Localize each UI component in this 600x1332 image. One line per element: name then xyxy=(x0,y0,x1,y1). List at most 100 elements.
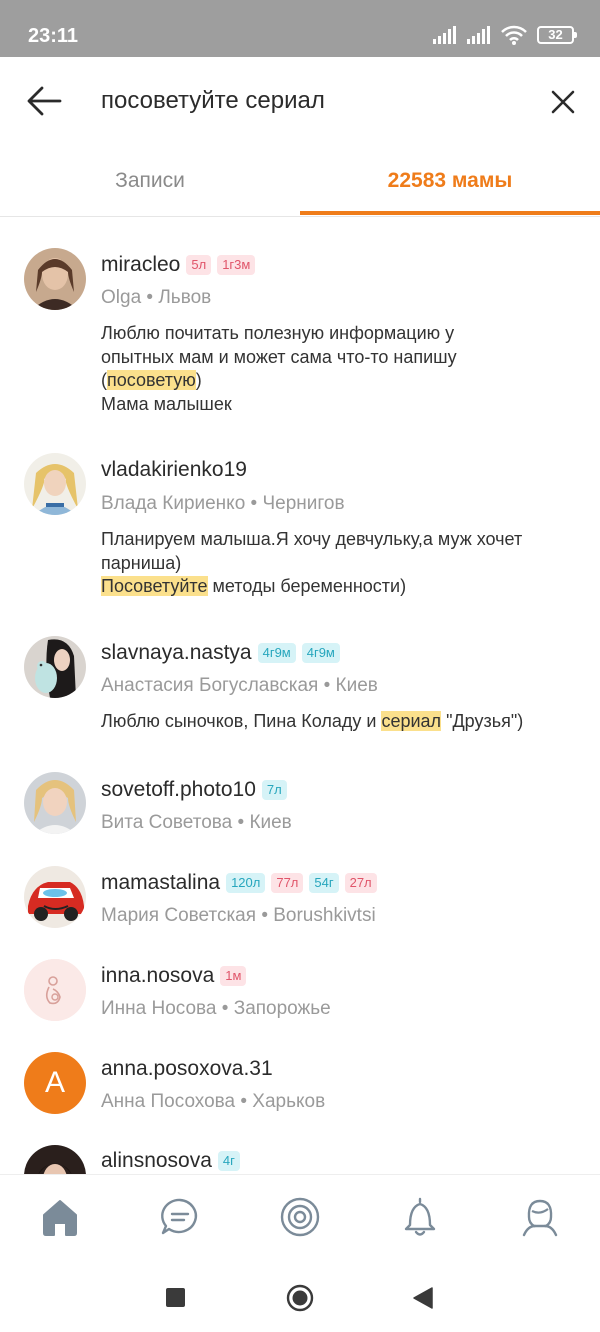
age-badge: 4г9м xyxy=(257,643,296,663)
results-list[interactable]: miracleo 5л 1г3м Olga • Львов Люблю почи… xyxy=(0,218,600,1174)
system-nav-bar xyxy=(0,1262,600,1332)
list-item[interactable]: inna.nosova 1м Инна Носова • Запорожье xyxy=(0,929,600,1022)
age-badge: 1м xyxy=(220,966,247,986)
chat-icon xyxy=(161,1198,198,1235)
back-button[interactable] xyxy=(24,83,64,119)
search-highlight: посоветую xyxy=(107,370,196,390)
bio-line: Планируем малыша.Я хочу девчульку,а муж … xyxy=(101,529,523,549)
username-text: sovetoff.photo10 xyxy=(101,778,256,801)
username[interactable]: vladakirienko19 xyxy=(101,457,247,483)
bottom-nav xyxy=(0,1174,600,1262)
username[interactable]: anna.posoxova.31 xyxy=(101,1056,273,1082)
home-system-button[interactable] xyxy=(286,1284,314,1312)
user-bio: Планируем малыша.Я хочу девчульку,а муж … xyxy=(101,528,591,599)
age-badge: 4г9м xyxy=(301,643,340,663)
user-meta: Анна Посохова • Харьков xyxy=(101,1091,326,1112)
signal-icon-2 xyxy=(467,26,490,44)
avatar[interactable] xyxy=(24,453,86,515)
avatar[interactable] xyxy=(24,1145,86,1174)
user-bio: Люблю почитать полезную информацию у опы… xyxy=(101,322,591,416)
user-meta: Мария Советская • Borushkivtsi xyxy=(101,905,376,926)
list-item[interactable]: sovetoff.photo10 7л Вита Советова • Киев xyxy=(0,743,600,836)
username-text: miracleo xyxy=(101,253,181,276)
username[interactable]: miracleo 5л 1г3м xyxy=(101,252,256,278)
arrow-left-icon xyxy=(27,86,62,116)
nav-notifications-button[interactable] xyxy=(398,1195,442,1239)
list-item[interactable]: slavnaya.nastya 4г9м 4г9м Анастасия Богу… xyxy=(0,603,600,743)
search-header: посоветуйте сериал xyxy=(0,57,600,145)
bio-line: (посоветую) xyxy=(101,370,202,390)
list-item[interactable]: vladakirienko19 Влада Кириенко • Черниго… xyxy=(0,423,600,603)
profile-icon xyxy=(522,1199,558,1237)
search-highlight: сериал xyxy=(381,711,442,731)
home-icon xyxy=(43,1200,77,1236)
recent-apps-button[interactable] xyxy=(166,1288,185,1307)
age-badge: 77л xyxy=(271,873,304,893)
search-input[interactable]: посоветуйте сериал xyxy=(101,85,325,117)
age-badge: 5л xyxy=(186,255,212,275)
avatar[interactable] xyxy=(24,636,86,698)
username-text: inna.nosova xyxy=(101,964,215,987)
age-badge: 1г3м xyxy=(217,255,256,275)
status-icons: 32 xyxy=(433,22,577,48)
avatar[interactable] xyxy=(24,866,86,928)
username[interactable]: sovetoff.photo10 7л xyxy=(101,777,287,803)
signal-icon xyxy=(433,26,456,44)
username[interactable]: inna.nosova 1м xyxy=(101,963,247,989)
age-badge: 120л xyxy=(226,873,266,893)
avatar-letter: A xyxy=(44,1066,65,1099)
username[interactable]: slavnaya.nastya 4г9м 4г9м xyxy=(101,640,340,666)
user-meta: Olga • Львов xyxy=(101,287,212,308)
bio-line: парниша) xyxy=(101,552,182,573)
tab-posts[interactable]: Записи xyxy=(0,145,300,217)
wifi-icon xyxy=(501,25,527,45)
avatar[interactable] xyxy=(24,772,86,834)
status-bar: 23:11 32 xyxy=(0,0,600,57)
username[interactable]: alinsnosova 4г xyxy=(101,1148,240,1174)
search-highlight: Посоветуйте xyxy=(101,576,208,596)
status-time: 23:11 xyxy=(28,25,79,47)
home-circle-icon xyxy=(286,1284,314,1312)
clear-search-button[interactable] xyxy=(548,87,578,117)
bio-line: Мама малышек xyxy=(101,393,232,414)
nav-home-button[interactable] xyxy=(38,1195,82,1239)
list-item[interactable]: A anna.posoxova.31 Анна Посохова • Харьк… xyxy=(0,1022,600,1115)
user-meta: Вита Советова • Киев xyxy=(101,812,292,833)
close-icon xyxy=(551,90,575,114)
age-badge: 7л xyxy=(261,780,287,800)
bio-line: Люблю сыночков, Пина Коладу и сериал "Др… xyxy=(101,711,524,731)
search-tabs: Записи 22583 мамы xyxy=(0,145,600,217)
bio-line: опытных мам и может сама что-то напишу xyxy=(101,346,457,367)
list-item[interactable]: miracleo 5л 1г3м Olga • Львов Люблю почи… xyxy=(0,218,600,423)
list-item[interactable]: alinsnosova 4г xyxy=(0,1115,600,1174)
username-text: slavnaya.nastya xyxy=(101,641,252,664)
nav-chat-button[interactable] xyxy=(158,1195,202,1239)
username-text: vladakirienko19 xyxy=(101,458,247,481)
username[interactable]: mamastalina 120л 77л 54г 27л xyxy=(101,870,377,896)
active-tab-indicator xyxy=(300,211,600,215)
system-back-button[interactable] xyxy=(412,1286,434,1310)
triangle-back-icon xyxy=(413,1287,433,1309)
bio-line: Люблю почитать полезную информацию у xyxy=(101,323,455,343)
target-icon xyxy=(280,1197,320,1237)
username-text: alinsnosova xyxy=(101,1149,212,1172)
avatar[interactable]: A xyxy=(24,1052,86,1114)
nav-target-button[interactable] xyxy=(278,1195,322,1239)
age-badge: 54г xyxy=(309,873,339,893)
tab-moms[interactable]: 22583 мамы xyxy=(300,145,600,217)
user-meta: Влада Кириенко • Чернигов xyxy=(101,493,345,514)
list-item[interactable]: mamastalina 120л 77л 54г 27л Мария Совет… xyxy=(0,836,600,929)
avatar[interactable] xyxy=(24,959,86,1021)
bio-line: Посоветуйте методы беременности) xyxy=(101,576,407,596)
user-meta: Инна Носова • Запорожье xyxy=(101,998,331,1019)
nav-profile-button[interactable] xyxy=(518,1195,562,1239)
battery-icon: 32 xyxy=(537,26,577,44)
username-text: anna.posoxova.31 xyxy=(101,1057,273,1080)
age-badge: 4г xyxy=(217,1151,240,1171)
age-badge: 27л xyxy=(344,873,377,893)
user-meta: Анастасия Богуславская • Киев xyxy=(101,675,378,696)
username-text: mamastalina xyxy=(101,871,221,894)
avatar[interactable] xyxy=(24,248,86,310)
user-bio: Люблю сыночков, Пина Коладу и сериал "Др… xyxy=(101,710,591,734)
bell-icon xyxy=(404,1197,436,1236)
